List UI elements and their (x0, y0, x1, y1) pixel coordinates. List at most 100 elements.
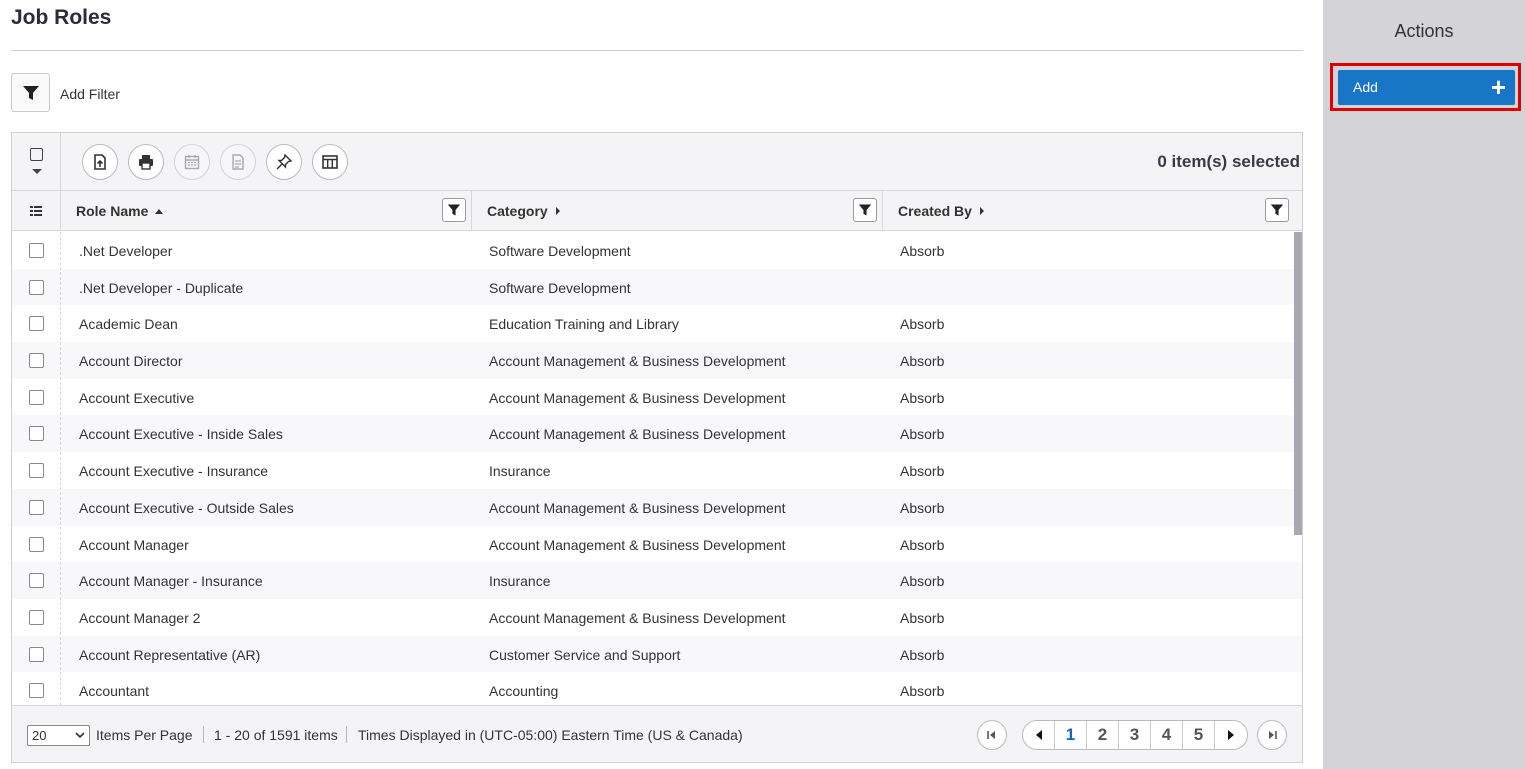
next-page-button[interactable] (1215, 721, 1247, 749)
created-by-cell: Absorb (900, 463, 945, 480)
calendar-icon (184, 155, 200, 170)
filter-button[interactable] (11, 73, 50, 112)
select-all-checkbox[interactable] (30, 148, 43, 161)
title-divider (11, 50, 1303, 51)
pagination: 1 2 3 4 5 (1022, 720, 1248, 750)
category-cell: Accounting (489, 683, 559, 700)
previous-page-button[interactable] (1023, 721, 1055, 749)
items-per-page-value: 20 (32, 728, 47, 743)
row-checkbox[interactable] (29, 426, 44, 442)
column-header-role-name[interactable]: Role Name (61, 191, 472, 231)
table-row[interactable]: Account Executive Account Management & Bu… (12, 379, 1302, 416)
role-name-cell: Account Executive - Inside Sales (79, 426, 283, 443)
category-filter-button[interactable] (853, 198, 877, 222)
pin-icon (276, 153, 293, 170)
row-checkbox[interactable] (29, 463, 44, 479)
category-cell: Account Management & Business Developmen… (489, 426, 786, 443)
funnel-icon (1270, 204, 1284, 216)
role-name-cell: Account Manager - Insurance (79, 573, 263, 590)
footer-separator (203, 726, 204, 743)
column-header-created-by[interactable]: Created By (883, 191, 1302, 231)
select-all-dropdown[interactable] (12, 133, 61, 191)
print-icon (139, 155, 153, 170)
table-row[interactable]: Account Executive - Inside Sales Account … (12, 415, 1302, 453)
page-5-button[interactable]: 5 (1183, 721, 1215, 749)
add-button[interactable]: Add + (1338, 70, 1515, 105)
category-cell: Account Management & Business Developmen… (489, 389, 786, 406)
row-checkbox[interactable] (29, 243, 44, 258)
items-range-text: 1 - 20 of 1591 items (214, 727, 338, 743)
items-per-page-select[interactable]: 20 (27, 725, 90, 746)
export-icon (94, 154, 106, 170)
first-page-icon (987, 731, 995, 739)
columns-button[interactable] (312, 144, 348, 180)
caret-right-icon (980, 207, 984, 215)
role-name-cell: Account Executive - Outside Sales (79, 499, 294, 516)
table-row[interactable]: Accountant Accounting Absorb (12, 672, 1302, 705)
table-row[interactable]: .Net Developer - Duplicate Software Devel… (12, 268, 1302, 306)
sort-ascending-icon (155, 209, 163, 214)
row-checkbox[interactable] (29, 536, 44, 552)
row-checkbox[interactable] (29, 353, 44, 369)
created-by-cell: Absorb (900, 243, 945, 259)
created-by-cell: Absorb (900, 353, 945, 370)
table-row[interactable]: Account Director Account Management & Bus… (12, 342, 1302, 379)
role-name-cell: Accountant (79, 683, 150, 700)
grid-scrollbar[interactable] (1294, 232, 1302, 535)
category-cell: Account Management & Business Developmen… (489, 609, 786, 626)
table-row[interactable]: .Net Developer Software Development Absorb (12, 232, 1302, 269)
main-content: Job Roles Add Filter 0 item(s) selected … (0, 0, 1323, 769)
selected-count: 0 item(s) selected (1157, 152, 1300, 171)
column-header-category[interactable]: Category (472, 191, 883, 231)
export-button[interactable] (82, 144, 118, 180)
chevron-down-icon[interactable] (32, 169, 42, 174)
table-row[interactable]: Academic Dean Education Training and Libr… (12, 305, 1302, 342)
role-name-filter-button[interactable] (442, 198, 466, 222)
list-icon (30, 206, 42, 216)
role-name-cell: Account Director (79, 353, 183, 370)
first-page-button[interactable] (977, 720, 1007, 750)
created-by-cell: Absorb (900, 536, 945, 553)
page-3-button[interactable]: 3 (1119, 721, 1151, 749)
row-options-header[interactable] (12, 191, 61, 231)
pin-button[interactable] (266, 144, 302, 180)
created-by-cell: Absorb (900, 683, 945, 700)
funnel-icon (22, 85, 39, 100)
created-by-cell: Absorb (900, 609, 945, 626)
column-label-created-by[interactable]: Created By (898, 203, 972, 219)
category-cell: Insurance (489, 573, 551, 590)
table-row[interactable]: Account Representative (AR) Customer Serv… (12, 635, 1302, 673)
page-1-button[interactable]: 1 (1055, 721, 1087, 749)
report-button[interactable] (220, 144, 256, 180)
table-row[interactable]: Account Manager Account Management & Busi… (12, 526, 1302, 563)
column-label-role-name[interactable]: Role Name (76, 203, 148, 219)
grid-body: .Net Developer Software Development Absorb… (12, 232, 1302, 705)
table-row[interactable]: Account Executive - Outside Sales Account… (12, 488, 1302, 526)
row-checkbox[interactable] (29, 609, 44, 625)
column-label-category[interactable]: Category (487, 203, 548, 219)
category-cell: Software Development (489, 243, 631, 259)
row-checkbox[interactable] (29, 683, 44, 699)
row-checkbox[interactable] (29, 573, 44, 589)
row-checkbox[interactable] (29, 316, 44, 332)
table-row[interactable]: Account Manager - Insurance Insurance Abso… (12, 562, 1302, 599)
created-by-cell: Absorb (900, 389, 945, 406)
caret-right-icon (556, 207, 560, 215)
print-button[interactable] (128, 144, 164, 180)
add-filter-label[interactable]: Add Filter (60, 86, 120, 102)
role-name-cell: .Net Developer (79, 243, 173, 259)
row-checkbox[interactable] (29, 499, 44, 515)
schedule-button[interactable] (174, 144, 210, 180)
category-cell: Account Management & Business Developmen… (489, 499, 786, 516)
page-2-button[interactable]: 2 (1087, 721, 1119, 749)
columns-icon (322, 155, 338, 169)
row-checkbox[interactable] (29, 279, 44, 295)
page-4-button[interactable]: 4 (1151, 721, 1183, 749)
caret-right-icon (1228, 730, 1234, 740)
table-row[interactable]: Account Manager 2 Account Management & Bu… (12, 599, 1302, 636)
created-by-filter-button[interactable] (1265, 198, 1289, 222)
row-checkbox[interactable] (29, 646, 44, 662)
row-checkbox[interactable] (29, 389, 44, 405)
last-page-button[interactable] (1257, 720, 1287, 750)
table-row[interactable]: Account Executive - Insurance Insurance Ab… (12, 452, 1302, 489)
